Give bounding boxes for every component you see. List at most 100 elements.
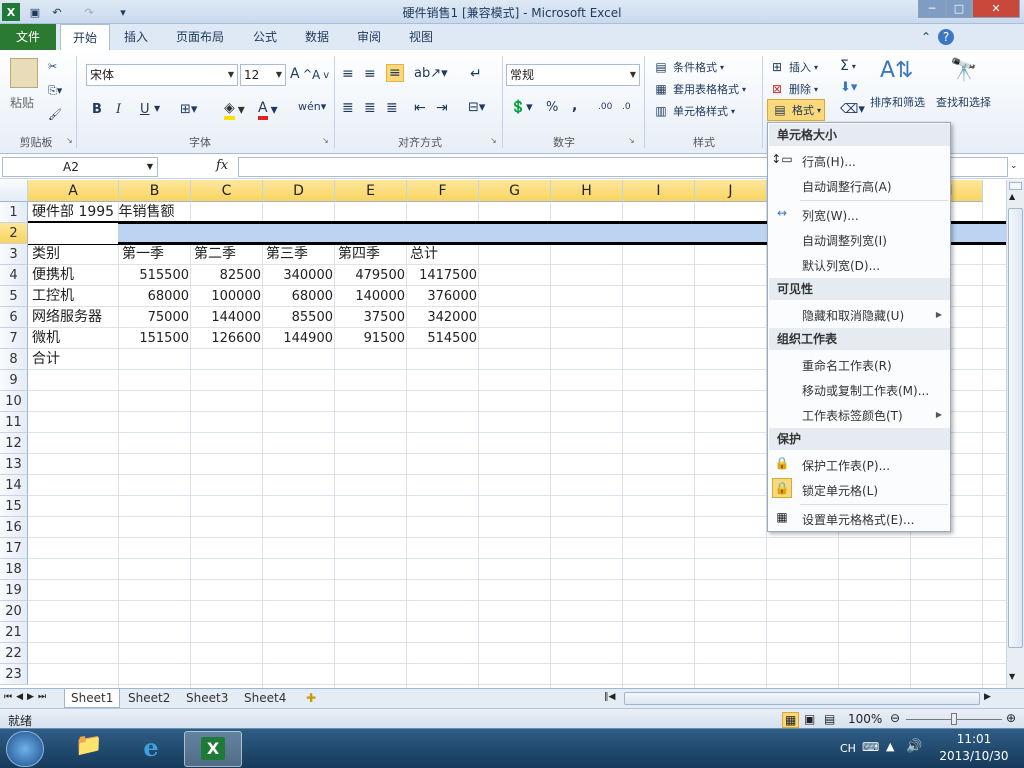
row-header-4[interactable]: 4 (0, 265, 28, 286)
column-header-c[interactable]: C (191, 180, 263, 202)
header-cell-5[interactable]: 总计 (408, 244, 440, 265)
column-header-a[interactable]: A (28, 180, 119, 202)
alignment-launcher-icon[interactable]: ↘ (490, 136, 497, 145)
column-header-e[interactable]: E (335, 180, 407, 202)
phonetic-icon[interactable]: wén▾ (298, 100, 326, 113)
cut-icon[interactable]: ✂ (48, 60, 57, 73)
data-cell[interactable]: 37500 (335, 307, 407, 328)
align-bottom-icon[interactable]: ≡ (386, 64, 404, 82)
row-header-18[interactable]: 18 (0, 559, 28, 580)
comma-button[interactable]: , (572, 98, 577, 114)
orientation-icon[interactable]: ab↗▾ (414, 66, 448, 81)
menu-item-lock-cell[interactable]: 锁定单元格(L) (802, 482, 878, 499)
sheet-tab-2[interactable]: Sheet2 (122, 689, 176, 708)
sort-filter-label[interactable]: 排序和筛选 (870, 94, 925, 110)
tab-insert[interactable]: 插入 (114, 24, 158, 50)
sort-filter-icon[interactable]: A⇅ (880, 58, 913, 83)
data-cell[interactable]: 140000 (335, 286, 407, 307)
horizontal-scroll-thumb[interactable] (624, 692, 980, 705)
active-cell-a2[interactable] (28, 223, 118, 244)
underline-dropdown-icon[interactable]: ▼ (154, 104, 160, 113)
minimize-button[interactable]: ─ (918, 0, 946, 18)
row-header-19[interactable]: 19 (0, 580, 28, 601)
font-launcher-icon[interactable]: ↘ (322, 136, 329, 145)
start-button[interactable] (6, 731, 44, 767)
bold-button[interactable]: B (92, 102, 102, 117)
column-header-h[interactable]: H (551, 180, 623, 202)
clear-icon[interactable]: ⌫▾ (840, 102, 865, 117)
row-header-22[interactable]: 22 (0, 643, 28, 664)
increase-indent-icon[interactable]: ⇥ (436, 100, 448, 116)
row-header-7[interactable]: 7 (0, 328, 28, 349)
find-select-icon[interactable]: 🔭 (950, 58, 977, 83)
split-handle[interactable] (1009, 182, 1022, 190)
align-top-icon[interactable]: ≡ (342, 66, 354, 82)
scroll-down-icon[interactable]: ▼ (1009, 672, 1015, 681)
data-cell[interactable]: 82500 (191, 265, 263, 286)
menu-item-hide-unhide[interactable]: 隐藏和取消隐藏(U) (802, 307, 904, 324)
row-header-20[interactable]: 20 (0, 601, 28, 622)
percent-button[interactable]: % (546, 100, 558, 115)
clock-date[interactable]: 2013/10/30 (936, 749, 1012, 763)
header-cell-2[interactable]: 第二季 (192, 244, 238, 265)
data-cell[interactable]: 376000 (407, 286, 479, 307)
expand-formula-bar-icon[interactable]: ⌄ (1010, 161, 1018, 171)
format-cells-button[interactable]: ▤ 格式 ▾ (767, 99, 826, 121)
select-all-corner[interactable] (0, 180, 28, 202)
column-header-b[interactable]: B (119, 180, 191, 202)
number-launcher-icon[interactable]: ↘ (628, 136, 635, 145)
data-cell[interactable]: 479500 (335, 265, 407, 286)
sheet-tab-4[interactable]: Sheet4 (238, 689, 292, 708)
data-cell[interactable]: 100000 (191, 286, 263, 307)
menu-item-tab-color[interactable]: 工作表标签颜色(T) (802, 407, 903, 424)
insert-cells-button[interactable]: ⊞ 插入 ▾ (768, 58, 818, 76)
data-cell[interactable]: 工控机 (30, 286, 76, 307)
zoom-in-icon[interactable]: ⊕ (1006, 711, 1016, 725)
name-box[interactable]: A2 ▼ (2, 157, 158, 177)
total-label-cell[interactable]: 合计 (30, 349, 62, 370)
data-cell[interactable]: 342000 (407, 307, 479, 328)
data-cell[interactable]: 340000 (263, 265, 335, 286)
data-cell[interactable]: 75000 (119, 307, 191, 328)
scroll-up-icon[interactable]: ▲ (1009, 192, 1015, 201)
menu-item-autofit-column[interactable]: 自动调整列宽(I) (802, 232, 887, 249)
number-format-combo[interactable]: 常规 ▼ (506, 64, 640, 86)
row-header-10[interactable]: 10 (0, 391, 28, 412)
close-button[interactable]: ✕ (972, 0, 1020, 18)
align-right-icon[interactable]: ≣ (386, 100, 398, 116)
align-middle-icon[interactable]: ≡ (364, 66, 376, 82)
data-cell[interactable]: 91500 (335, 328, 407, 349)
sheet-nav-icon[interactable]: ⏮◀▶⏭ (4, 692, 50, 702)
font-size-combo[interactable]: 12 ▼ (240, 64, 286, 86)
font-name-combo[interactable]: 宋体 ▼ (86, 64, 238, 86)
conditional-format-button[interactable]: ▤ 条件格式 ▾ (652, 58, 724, 76)
data-cell[interactable]: 144000 (191, 307, 263, 328)
explorer-icon[interactable]: 📁 (66, 733, 112, 765)
row-header-12[interactable]: 12 (0, 433, 28, 454)
tab-page-layout[interactable]: 页面布局 (168, 24, 232, 50)
menu-item-autofit-row[interactable]: 自动调整行高(A) (802, 178, 892, 195)
data-cell[interactable]: 68000 (119, 286, 191, 307)
page-layout-view-icon[interactable]: ▣ (804, 712, 815, 726)
data-cell[interactable]: 微机 (30, 328, 62, 349)
tab-view[interactable]: 视图 (400, 24, 442, 50)
data-cell[interactable]: 便携机 (30, 265, 76, 286)
file-tab[interactable]: 文件 (0, 24, 56, 50)
tab-data[interactable]: 数据 (296, 24, 338, 50)
zoom-slider-thumb[interactable] (951, 713, 957, 725)
borders-icon[interactable]: ⊞▾ (180, 102, 197, 117)
header-cell-1[interactable]: 第一季 (120, 244, 166, 265)
decrease-indent-icon[interactable]: ⇤ (414, 100, 426, 116)
vertical-scrollbar[interactable]: ▲ ▼ (1006, 180, 1024, 688)
scroll-thumb[interactable] (1008, 208, 1023, 648)
row-header-21[interactable]: 21 (0, 622, 28, 643)
maximize-button[interactable]: □ (946, 0, 972, 18)
data-cell[interactable]: 514500 (407, 328, 479, 349)
delete-cells-button[interactable]: ⊠ 删除 ▾ (768, 80, 818, 98)
copy-icon[interactable]: ⎘▾ (48, 84, 62, 98)
column-header-j[interactable]: J (695, 180, 767, 202)
header-cell-4[interactable]: 第四季 (336, 244, 382, 265)
row-header-14[interactable]: 14 (0, 475, 28, 496)
column-header-i[interactable]: I (623, 180, 695, 202)
row-header-16[interactable]: 16 (0, 517, 28, 538)
